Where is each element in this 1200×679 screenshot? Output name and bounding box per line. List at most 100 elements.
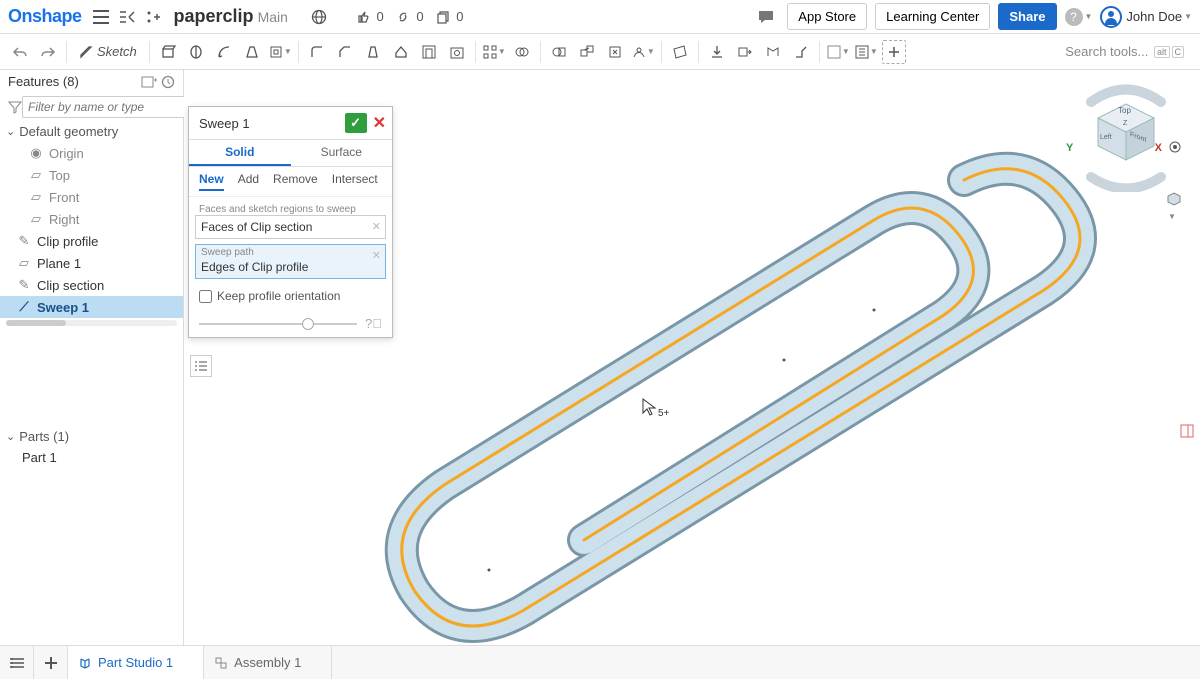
delete-face-button[interactable] (603, 40, 627, 64)
rib-button[interactable] (389, 40, 413, 64)
clear-path-icon[interactable]: ✕ (372, 249, 381, 262)
pattern-button[interactable]: ▼ (482, 40, 506, 64)
plane1-node[interactable]: ▱Plane 1 (0, 252, 183, 274)
hole-button[interactable] (445, 40, 469, 64)
app-store-button[interactable]: App Store (787, 3, 867, 30)
flange-button[interactable] (789, 40, 813, 64)
config-button[interactable]: ▼ (826, 40, 850, 64)
sweep-icon: ⟋ (16, 299, 32, 315)
thicken-button[interactable]: ▼ (268, 40, 292, 64)
learning-center-button[interactable]: Learning Center (875, 3, 990, 30)
modify-button[interactable]: ▼ (631, 40, 655, 64)
features-title: Features (8) (8, 74, 79, 89)
sweep-button[interactable] (212, 40, 236, 64)
dialog-help-icon[interactable]: ?⃝ (365, 316, 382, 331)
parts-header[interactable]: Parts (1) (0, 426, 183, 447)
op-add[interactable]: Add (238, 172, 259, 191)
tab-manager-button[interactable] (0, 646, 34, 679)
op-remove[interactable]: Remove (273, 172, 318, 191)
op-intersect[interactable]: Intersect (332, 172, 378, 191)
faces-selection[interactable]: Faces of Clip section✕ (195, 215, 386, 239)
cube-z: Z (1123, 120, 1127, 127)
opacity-slider[interactable] (199, 323, 357, 325)
clip-profile-node[interactable]: ✎Clip profile (0, 230, 183, 252)
faces-label: Faces and sketch regions to sweep (195, 202, 386, 215)
redo-button[interactable] (36, 40, 60, 64)
brand-logo[interactable]: Onshape (8, 6, 82, 27)
draft-button[interactable] (361, 40, 385, 64)
boolean-button[interactable] (510, 40, 534, 64)
revolve-button[interactable] (184, 40, 208, 64)
solid-tab[interactable]: Solid (189, 140, 291, 166)
fillet-button[interactable] (305, 40, 329, 64)
sketch-label: Sketch (97, 44, 137, 59)
axis-x-label: X (1155, 142, 1162, 154)
sweep1-node[interactable]: ⟋Sweep 1 (0, 296, 183, 318)
surface-tab[interactable]: Surface (291, 140, 393, 166)
expand-panel-icon[interactable] (1176, 420, 1198, 442)
shell-button[interactable] (417, 40, 441, 64)
sheet-metal-button[interactable] (761, 40, 785, 64)
view-cube[interactable]: Top Left Front Z Y X ▼ (1066, 82, 1186, 192)
search-tools[interactable]: Search tools... altC (1057, 44, 1192, 59)
search-tools-placeholder: Search tools... (1065, 44, 1148, 59)
import-button[interactable] (705, 40, 729, 64)
transform-button[interactable] (575, 40, 599, 64)
tab-assembly[interactable]: Assembly 1 (204, 646, 332, 679)
tree-toggle-icon[interactable] (116, 6, 138, 28)
copies-counter[interactable]: 0 (436, 9, 464, 24)
thumbs-count: 0 (377, 9, 384, 24)
share-button[interactable]: Share (998, 3, 1056, 30)
dialog-cancel-button[interactable]: ✕ (373, 113, 386, 133)
path-label: Sweep path (201, 247, 380, 260)
document-title[interactable]: paperclip (174, 6, 254, 27)
loft-button[interactable] (240, 40, 264, 64)
plane-button[interactable] (668, 40, 692, 64)
thumbs-counter[interactable]: 0 (356, 9, 384, 24)
feature-list-toggle[interactable] (190, 355, 212, 377)
links-counter[interactable]: 0 (396, 9, 424, 24)
chat-icon[interactable] (755, 6, 777, 28)
dialog-confirm-button[interactable]: ✓ (345, 113, 367, 133)
view-normal-icon[interactable] (1168, 140, 1182, 154)
variables-button[interactable]: ▼ (854, 40, 878, 64)
op-new[interactable]: New (199, 172, 224, 191)
front-plane-node[interactable]: ▱Front (0, 186, 183, 208)
part-studio-icon (78, 656, 92, 670)
right-plane-node[interactable]: ▱Right (0, 208, 183, 230)
view-mode-button[interactable]: ▼ (1166, 191, 1182, 222)
split-button[interactable] (547, 40, 571, 64)
origin-node[interactable]: ◉Origin (0, 142, 183, 164)
keep-orientation-label: Keep profile orientation (217, 289, 340, 303)
dialog-title: Sweep 1 (199, 116, 345, 131)
extrude-button[interactable] (156, 40, 180, 64)
undo-button[interactable] (8, 40, 32, 64)
part1-node[interactable]: Part 1 (0, 447, 183, 468)
default-geometry-node[interactable]: Default geometry (0, 121, 183, 142)
copies-count: 0 (456, 9, 463, 24)
clip-section-node[interactable]: ✎Clip section (0, 274, 183, 296)
feature-filter-input[interactable] (22, 96, 191, 118)
top-plane-node[interactable]: ▱Top (0, 164, 183, 186)
chamfer-button[interactable] (333, 40, 357, 64)
sketch-button[interactable]: Sketch (73, 40, 143, 64)
custom-feature-button[interactable] (882, 40, 906, 64)
cube-left: Left (1100, 134, 1112, 141)
derived-button[interactable] (733, 40, 757, 64)
path-selection[interactable]: Sweep path Edges of Clip profile✕ (195, 244, 386, 279)
globe-icon[interactable] (308, 6, 330, 28)
feature-scrollbar[interactable] (6, 320, 177, 326)
insert-icon[interactable] (142, 6, 164, 28)
keep-orientation-checkbox[interactable] (199, 290, 212, 303)
add-tab-button[interactable] (34, 646, 68, 679)
help-menu[interactable]: ?▼ (1065, 8, 1093, 26)
add-feature-icon[interactable] (141, 75, 157, 89)
user-menu[interactable]: John Doe ▼ (1100, 6, 1192, 28)
rollback-icon[interactable] (161, 75, 175, 89)
clear-faces-icon[interactable]: ✕ (372, 220, 381, 233)
document-branch[interactable]: Main (258, 9, 288, 25)
bottom-tab-bar: Part Studio 1 Assembly 1 (0, 645, 1200, 679)
tab-part-studio[interactable]: Part Studio 1 (68, 646, 204, 679)
menu-icon[interactable] (90, 6, 112, 28)
filter-icon[interactable] (8, 100, 22, 114)
